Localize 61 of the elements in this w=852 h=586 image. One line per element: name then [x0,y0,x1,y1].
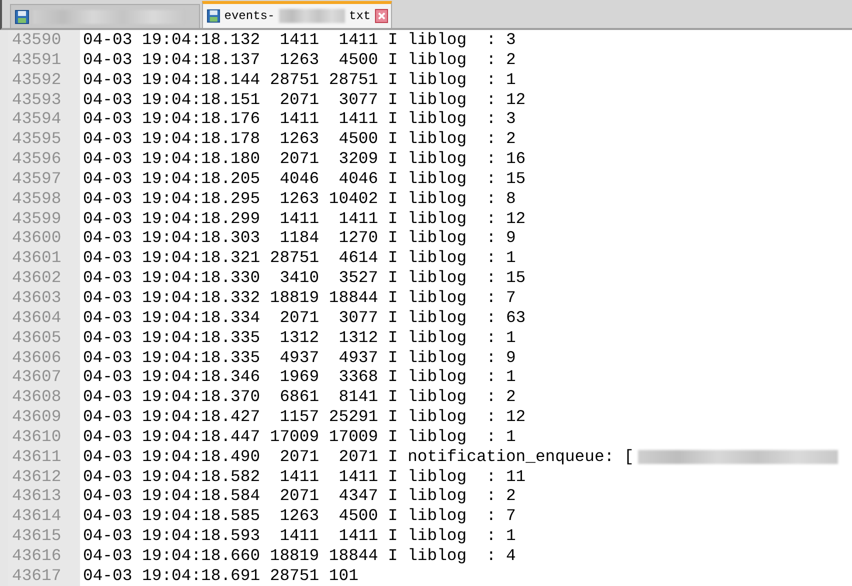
line-number: 43592 [11,70,62,90]
line-number: 43595 [11,129,62,150]
line-number: 43591 [11,50,62,70]
log-line: 04-03 19:04:18.144 28751 28751 I liblog : 1 [82,70,516,90]
log-line: 04-03 19:04:18.321 28751 4614 I liblog : 1 [82,248,516,268]
log-line: 04-03 19:04:18.585 1263 4500 I liblog : 7 [82,506,516,526]
tab-label: txt [349,9,371,23]
line-number: 43611 [11,446,62,467]
file-tab[interactable] [10,4,200,28]
log-line: 04-03 19:04:18.582 1411 1411 I liblog : 11 [82,466,526,486]
line-number: 43612 [11,466,62,486]
line-number: 43603 [11,288,62,308]
line-number: 43602 [11,268,62,288]
log-line: 04-03 19:04:18.334 2071 3077 I liblog : 63 [82,308,526,328]
line-number: 43616 [11,546,62,566]
line-number: 43600 [11,228,62,248]
log-line: 04-03 19:04:18.178 1263 4500 I liblog : 2 [82,129,516,150]
log-line: 04-03 19:04:18.584 2071 4347 I liblog : 2 [82,486,516,506]
log-line: 04-03 19:04:18.295 1263 10402 I liblog : 8 [82,188,516,209]
log-line: 04-03 19:04:18.593 1411 1411 I liblog : 1 [82,526,516,546]
log-line: 04-03 19:04:18.427 1157 25291 I liblog : 12 [82,407,526,427]
log-line: 04-03 19:04:18.151 2071 3077 I liblog : 12 [82,90,526,110]
line-number: 43601 [11,248,62,268]
line-number: 43608 [11,387,62,408]
log-line: 04-03 19:04:18.335 1312 1312 I liblog : 1 [82,328,516,348]
line-number: 43598 [11,188,62,209]
line-number: 43604 [11,308,62,328]
log-line: 04-03 19:04:18.490 2071 2071 I notification_enqueue: [ [82,446,634,467]
log-line: 04-03 19:04:18.303 1184 1270 I liblog : 9 [82,228,516,248]
close-icon[interactable] [374,9,388,23]
log-line: 04-03 19:04:18.332 18819 18844 I liblog : 7 [82,288,516,308]
line-number: 43594 [11,109,62,130]
log-line: 04-03 19:04:18.299 1411 1411 I liblog : 12 [82,208,526,228]
line-number: 43599 [11,208,62,228]
log-line: 04-03 19:04:18.180 2071 3209 I liblog : 16 [82,149,526,169]
log-line: 04-03 19:04:18.660 18819 18844 I liblog : 4 [82,546,516,566]
log-line: 04-03 19:04:18.176 1411 1411 I liblog : 3 [82,109,516,130]
log-line: 04-03 19:04:18.330 3410 3527 I liblog : 15 [82,268,526,288]
line-number: 43615 [11,526,62,546]
log-line: 04-03 19:04:18.132 1411 1411 I liblog : 3 [82,30,516,50]
log-line: 04-03 19:04:18.447 17009 17009 I liblog : 1 [82,426,516,447]
line-number: 43609 [11,407,62,427]
tab-label: events- [224,9,275,23]
line-number: 43607 [11,367,62,388]
log-line: 04-03 19:04:18.346 1969 3368 I liblog : 1 [82,367,516,388]
line-number: 43617 [11,566,62,586]
log-line: 04-03 19:04:18.137 1263 4500 I liblog : 2 [82,50,516,70]
line-number: 43590 [11,30,62,50]
line-number: 43614 [11,506,62,526]
line-number: 43606 [11,348,62,368]
line-number: 43593 [11,90,62,110]
file-tab[interactable]: events- txt [202,1,392,28]
line-number: 43596 [11,149,62,169]
log-line: 04-03 19:04:18.370 6861 8141 I liblog : 2 [82,387,516,408]
line-number: 43597 [11,168,62,189]
log-line: 04-03 19:04:18.691 28751 101 [82,566,358,586]
line-number: 43613 [11,486,62,506]
line-number: 43605 [11,328,62,348]
line-number: 43610 [11,426,62,447]
log-line: 04-03 19:04:18.205 4046 4046 I liblog : 15 [82,168,526,189]
log-line: 04-03 19:04:18.335 4937 4937 I liblog : 9 [82,348,516,368]
